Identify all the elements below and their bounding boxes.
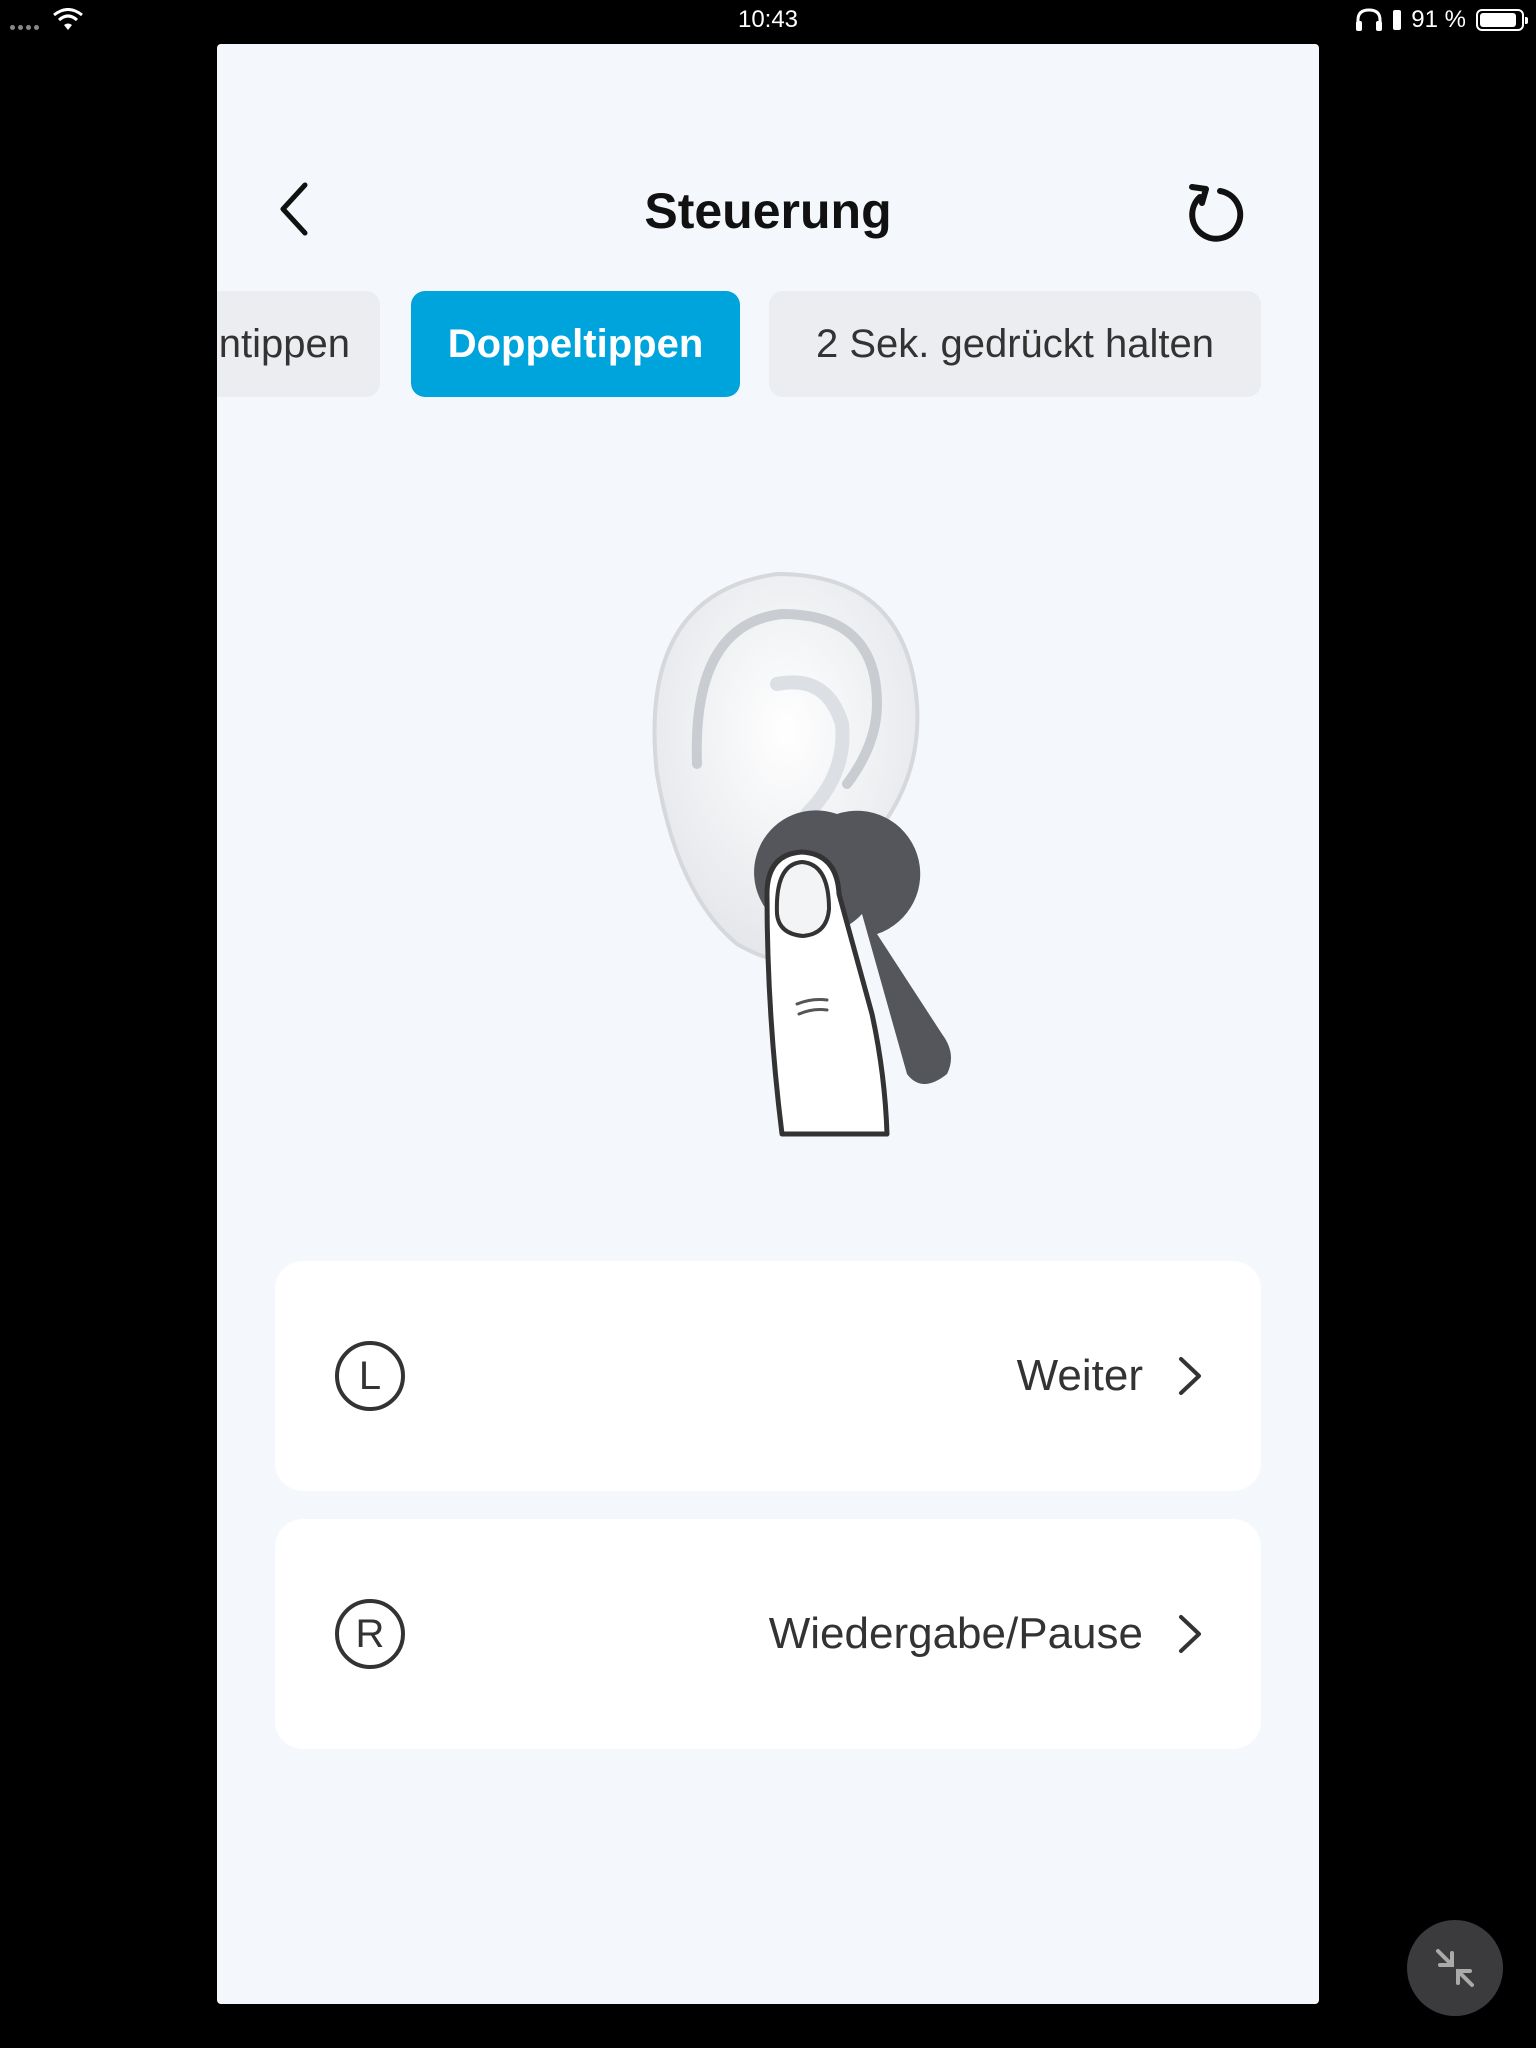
headphones-icon xyxy=(1356,8,1383,31)
status-right: 91 % xyxy=(1355,6,1528,34)
gesture-tabs: ntippen Doppeltippen 2 Sek. gedrückt hal… xyxy=(217,291,1319,397)
right-earbud-control-row[interactable]: R Wiedergabe/Pause xyxy=(275,1519,1261,1749)
chevron-right-icon xyxy=(1179,1615,1201,1653)
tab-double-tap[interactable]: Doppeltippen xyxy=(411,291,740,397)
chevron-right-icon xyxy=(1179,1357,1201,1395)
collapse-window-button[interactable] xyxy=(1407,1920,1503,2016)
battery-percentage: 91 % xyxy=(1411,6,1466,33)
collapse-arrows-icon xyxy=(1436,1949,1474,1987)
battery-fill xyxy=(1480,13,1517,27)
headphone-battery-icon xyxy=(1393,10,1402,30)
status-time: 10:43 xyxy=(737,6,799,33)
page-title: Steuerung xyxy=(644,183,892,239)
ear-tap-illustration xyxy=(652,571,951,1137)
left-side-icon: L xyxy=(335,1341,405,1411)
controls-panel: Steuerung ntippen Doppeltippen 2 Sek. ge… xyxy=(217,44,1319,2004)
tab-single-tap[interactable]: ntippen xyxy=(217,291,380,397)
reset-icon[interactable] xyxy=(1180,179,1246,245)
right-side-icon: R xyxy=(335,1599,405,1669)
left-action-value: Weiter xyxy=(1016,1351,1143,1400)
left-earbud-control-row[interactable]: L Weiter xyxy=(275,1261,1261,1491)
right-action-value: Wiedergabe/Pause xyxy=(768,1609,1143,1658)
status-bar: 10:43 91 % xyxy=(0,0,1536,42)
tab-long-press[interactable]: 2 Sek. gedrückt halten xyxy=(769,291,1261,397)
battery-icon xyxy=(1476,9,1528,31)
